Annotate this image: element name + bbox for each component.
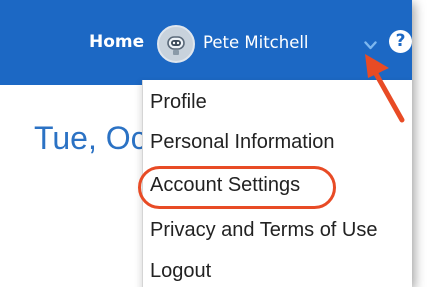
top-navbar: Home Pete Mitchell ? (0, 0, 412, 85)
chevron-down-icon[interactable] (364, 41, 377, 50)
user-dropdown-menu: Profile Personal Information Account Set… (142, 80, 412, 287)
menu-item-logout[interactable]: Logout (150, 260, 211, 283)
user-menu-name[interactable]: Pete Mitchell (203, 33, 309, 52)
user-avatar-icon[interactable] (157, 25, 195, 63)
nav-home-link[interactable]: Home (89, 32, 144, 52)
menu-item-privacy-terms[interactable]: Privacy and Terms of Use (150, 219, 378, 242)
menu-item-profile[interactable]: Profile (150, 91, 207, 114)
menu-item-personal-information[interactable]: Personal Information (150, 131, 335, 154)
help-icon[interactable]: ? (389, 30, 412, 53)
menu-item-account-settings[interactable]: Account Settings (150, 174, 300, 197)
screenshot-frame: Home Pete Mitchell ? Tue, Oc Profile Per… (0, 0, 412, 287)
page-date-title: Tue, Oc (34, 120, 147, 156)
